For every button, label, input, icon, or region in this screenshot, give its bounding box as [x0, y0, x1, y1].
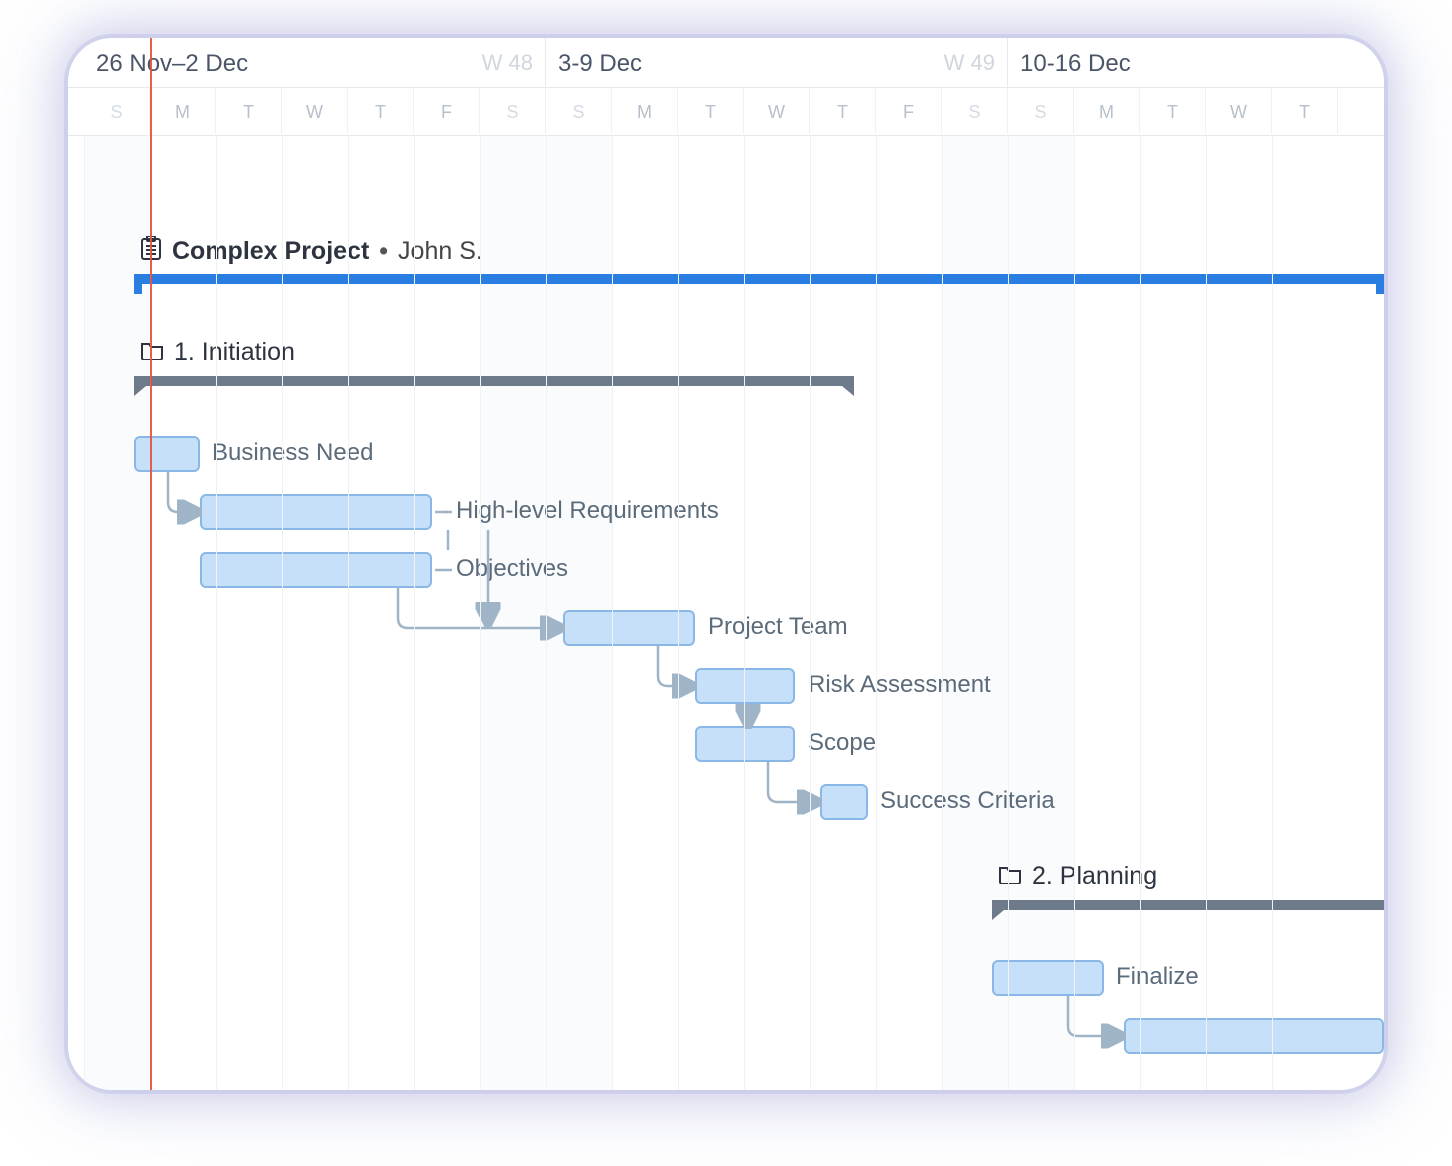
- task-label-finalize: Finalize: [1116, 963, 1199, 991]
- day-header-cell[interactable]: S: [942, 88, 1008, 136]
- project-title-row[interactable]: Complex Project • John S.: [140, 236, 483, 267]
- project-summary-bar[interactable]: [134, 274, 1384, 284]
- day-header-cell[interactable]: T: [1140, 88, 1206, 136]
- day-header-cell[interactable]: T: [216, 88, 282, 136]
- folder-icon: [998, 862, 1022, 891]
- day-header-cell[interactable]: S: [546, 88, 612, 136]
- day-header-cell[interactable]: S: [84, 88, 150, 136]
- week-range-label: 10-16 Dec: [1020, 50, 1131, 78]
- phase-label: 1. Initiation: [174, 338, 295, 367]
- phase-title-planning[interactable]: 2. Planning: [998, 862, 1157, 891]
- project-owner: John S.: [398, 237, 483, 266]
- week-col-48[interactable]: 26 Nov–2 Dec W 48: [84, 38, 546, 88]
- day-header-cell[interactable]: T: [678, 88, 744, 136]
- week-range-label: 26 Nov–2 Dec: [96, 50, 248, 78]
- gantt-frame: 47 26 Nov–2 Dec W 48 3-9 Dec W 49 10-16 …: [68, 38, 1384, 1090]
- day-header-cell[interactable]: S: [1008, 88, 1074, 136]
- phase-title-initiation[interactable]: 1. Initiation: [140, 338, 295, 367]
- day-header-cell[interactable]: S: [480, 88, 546, 136]
- day-header-cell[interactable]: W: [282, 88, 348, 136]
- phase-bar-planning[interactable]: [992, 900, 1384, 910]
- timeline-week-header: 47 26 Nov–2 Dec W 48 3-9 Dec W 49 10-16 …: [68, 38, 1384, 88]
- task-bar-high-level-req[interactable]: [200, 494, 432, 530]
- week-col-50[interactable]: 10-16 Dec: [1008, 38, 1384, 88]
- task-label-business-need: Business Need: [212, 439, 373, 467]
- day-header-cell[interactable]: T: [1272, 88, 1338, 136]
- task-label-objectives: Objectives: [456, 555, 568, 583]
- today-marker: [150, 38, 152, 136]
- day-header-cell[interactable]: T: [348, 88, 414, 136]
- week-number-label: W 48: [482, 50, 533, 76]
- task-bar-risk-assessment[interactable]: [695, 668, 795, 704]
- separator-dot: •: [379, 237, 388, 266]
- gantt-grid[interactable]: Complex Project • John S. 1. Initiation …: [68, 136, 1384, 1090]
- day-header-cell[interactable]: M: [1074, 88, 1140, 136]
- task-bar-next[interactable]: [1124, 1018, 1384, 1054]
- week-col-49[interactable]: 3-9 Dec W 49: [546, 38, 1008, 88]
- day-header-cell[interactable]: W: [1206, 88, 1272, 136]
- project-title: Complex Project: [172, 237, 369, 266]
- task-bar-scope[interactable]: [695, 726, 795, 762]
- week-number-label: W 49: [944, 50, 995, 76]
- day-header-cell[interactable]: M: [612, 88, 678, 136]
- task-label-high-level-req: High-level Requirements: [456, 497, 719, 525]
- folder-icon: [140, 338, 164, 367]
- task-label-risk-assessment: Risk Assessment: [808, 671, 991, 699]
- day-header-cell[interactable]: F: [414, 88, 480, 136]
- task-label-project-team: Project Team: [708, 613, 848, 641]
- week-range-label: 3-9 Dec: [558, 50, 642, 78]
- phase-label: 2. Planning: [1032, 862, 1157, 891]
- task-bar-business-need[interactable]: [134, 436, 200, 472]
- task-bar-success-criteria[interactable]: [820, 784, 868, 820]
- day-header-cell[interactable]: M: [150, 88, 216, 136]
- task-label-success-criteria: Success Criteria: [880, 787, 1055, 815]
- task-bar-project-team[interactable]: [563, 610, 695, 646]
- task-bar-objectives[interactable]: [200, 552, 432, 588]
- timeline-day-header: SMTWTFSSMTWTFSSMTWT: [68, 88, 1384, 136]
- today-marker: [150, 136, 152, 1090]
- task-label-scope: Scope: [808, 729, 876, 757]
- day-header-cell[interactable]: W: [744, 88, 810, 136]
- day-header-cell[interactable]: F: [876, 88, 942, 136]
- day-header-cell[interactable]: T: [810, 88, 876, 136]
- phase-bar-initiation[interactable]: [134, 376, 854, 386]
